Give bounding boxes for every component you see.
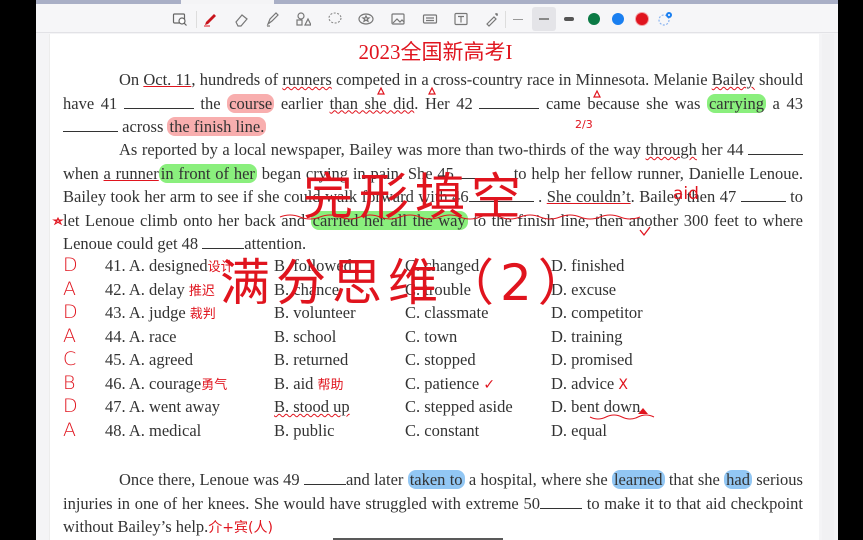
blank-49 xyxy=(303,470,346,485)
handwritten-answer: A xyxy=(63,324,76,347)
highlight-in-front-of-her: in front of her xyxy=(158,163,257,183)
option-d: D. equal xyxy=(551,420,607,440)
whiteboard-app: 2023全国新高考I On Oct. 11, hundreds of runne… xyxy=(36,0,838,540)
highlight-finish-line: the finish line. xyxy=(167,117,267,136)
question-48: A 48. A. medical B. public C. constant D… xyxy=(63,418,803,445)
color-red-swatch[interactable] xyxy=(630,7,654,31)
underlined-than-she-did: than she did xyxy=(329,93,415,113)
toolbar-divider xyxy=(196,11,197,28)
eraser-icon[interactable] xyxy=(229,7,253,31)
underlined-bailey: Bailey xyxy=(711,70,755,89)
option-a: 41. A. designed设计 xyxy=(105,256,234,275)
annotation-toolbar xyxy=(36,4,838,33)
highlight-course: course xyxy=(227,93,275,113)
question-44: A 44. A. race B. school C. town D. train… xyxy=(63,324,803,351)
handwritten-answer: A xyxy=(63,277,76,300)
option-c: C. constant xyxy=(405,420,480,440)
highlighter-icon[interactable] xyxy=(260,7,284,31)
option-c: C. stepped aside xyxy=(405,397,513,416)
blank-42 xyxy=(479,94,540,109)
paragraph-1: On Oct. 11, hundreds of runners competed… xyxy=(63,70,804,136)
blank-41 xyxy=(123,94,194,109)
document-page: 2023全国新高考I On Oct. 11, hundreds of runne… xyxy=(49,34,819,540)
blank-48 xyxy=(202,234,245,249)
handwritten-answer: B xyxy=(63,371,76,394)
highlight-learned: learned xyxy=(611,470,665,489)
ink-star xyxy=(52,216,64,226)
option-d: D. bent down xyxy=(551,397,641,416)
option-a: 42. A. delay 推迟 xyxy=(105,279,215,299)
color-picker-icon[interactable] xyxy=(653,7,677,31)
handwritten-answer: C xyxy=(63,348,77,370)
vertical-scrollbar[interactable] xyxy=(822,34,834,540)
option-b: B. public xyxy=(274,420,335,440)
handwritten-note: 勇气 xyxy=(201,377,228,393)
highlight-taken-to: taken to xyxy=(407,470,465,489)
blank-43 xyxy=(63,117,118,132)
underlined-date: Oct. 11 xyxy=(143,70,192,89)
option-d: D. advice X xyxy=(551,373,628,393)
shapes-icon[interactable] xyxy=(291,7,315,31)
screen-capture-icon[interactable] xyxy=(168,7,192,31)
underlined-a-runner: a runner xyxy=(103,163,159,183)
option-a: 47. A. went away xyxy=(105,397,221,416)
underlined-she-couldnt: She couldn’t xyxy=(546,187,631,206)
option-a: 46. A. courage勇气 xyxy=(105,373,228,393)
option-b: B. stood up xyxy=(274,397,350,416)
underlined-through: through xyxy=(645,140,697,159)
question-46: B 46. A. courage勇气 B. aid 帮助 C. patience… xyxy=(63,371,803,398)
option-d: D. promised xyxy=(551,350,633,369)
pen-icon[interactable] xyxy=(198,7,222,31)
option-b: B. aid 帮助 xyxy=(274,373,344,393)
handwritten-note: 裁判 xyxy=(189,307,216,322)
handwritten-note: 推迟 xyxy=(188,283,215,299)
keyboard-icon[interactable] xyxy=(418,7,442,31)
color-green-swatch[interactable] xyxy=(582,7,606,31)
stroke-thick-option[interactable] xyxy=(557,7,581,31)
image-icon[interactable] xyxy=(386,7,410,31)
color-blue-swatch[interactable] xyxy=(606,7,630,31)
handwritten-note: 介+宾(人) xyxy=(208,520,273,536)
option-b: B. school xyxy=(274,326,337,346)
sticker-icon[interactable] xyxy=(354,7,378,31)
laser-pointer-icon[interactable] xyxy=(480,7,504,31)
handwritten-answer: D xyxy=(63,301,78,323)
option-c: C. town xyxy=(405,326,458,346)
highlight-had: had xyxy=(724,470,752,489)
lasso-icon[interactable] xyxy=(323,7,347,31)
underlined-runners: runners xyxy=(282,70,332,89)
option-c: C. patience ✓ xyxy=(405,373,496,393)
option-a: 43. A. judge 裁判 xyxy=(105,303,216,322)
handwritten-note: 帮助 xyxy=(317,377,344,393)
option-b: B. returned xyxy=(274,350,349,369)
check-mark: ✓ xyxy=(483,376,496,393)
option-a: 45. A. agreed xyxy=(105,350,193,369)
overlay-title-full-score: 满分思维（2） xyxy=(220,254,594,312)
question-45: C 45. A. agreed B. returned C. stopped D… xyxy=(63,348,803,374)
paragraph-3: Once there, Lenoue was 49 and later take… xyxy=(63,470,803,536)
stroke-medium-option[interactable] xyxy=(532,7,556,31)
handwritten-two-thirds: 2/3 xyxy=(575,118,593,131)
option-a: 48. A. medical xyxy=(105,420,202,440)
blank-44 xyxy=(748,140,803,155)
blank-47 xyxy=(740,187,786,202)
option-c: C. stopped xyxy=(405,350,476,369)
document-title: 2023全国新高考I xyxy=(358,40,513,64)
stroke-thin-option[interactable] xyxy=(506,7,530,31)
handwritten-answer: D xyxy=(63,254,78,276)
highlight-carrying: carrying xyxy=(706,93,766,113)
handwritten-answer: D xyxy=(63,395,78,417)
overlay-title-cloze: 完形填空 xyxy=(303,168,527,226)
option-a: 44. A. race xyxy=(105,326,177,346)
handwritten-answer: A xyxy=(63,418,76,441)
option-d: D. training xyxy=(551,326,623,346)
question-47: D 47. A. went away B. stood up C. steppe… xyxy=(63,395,803,421)
text-box-icon[interactable] xyxy=(449,7,473,31)
handwritten-aid: aid xyxy=(673,184,699,204)
blank-50 xyxy=(540,494,582,509)
cross-mark: X xyxy=(618,376,628,393)
